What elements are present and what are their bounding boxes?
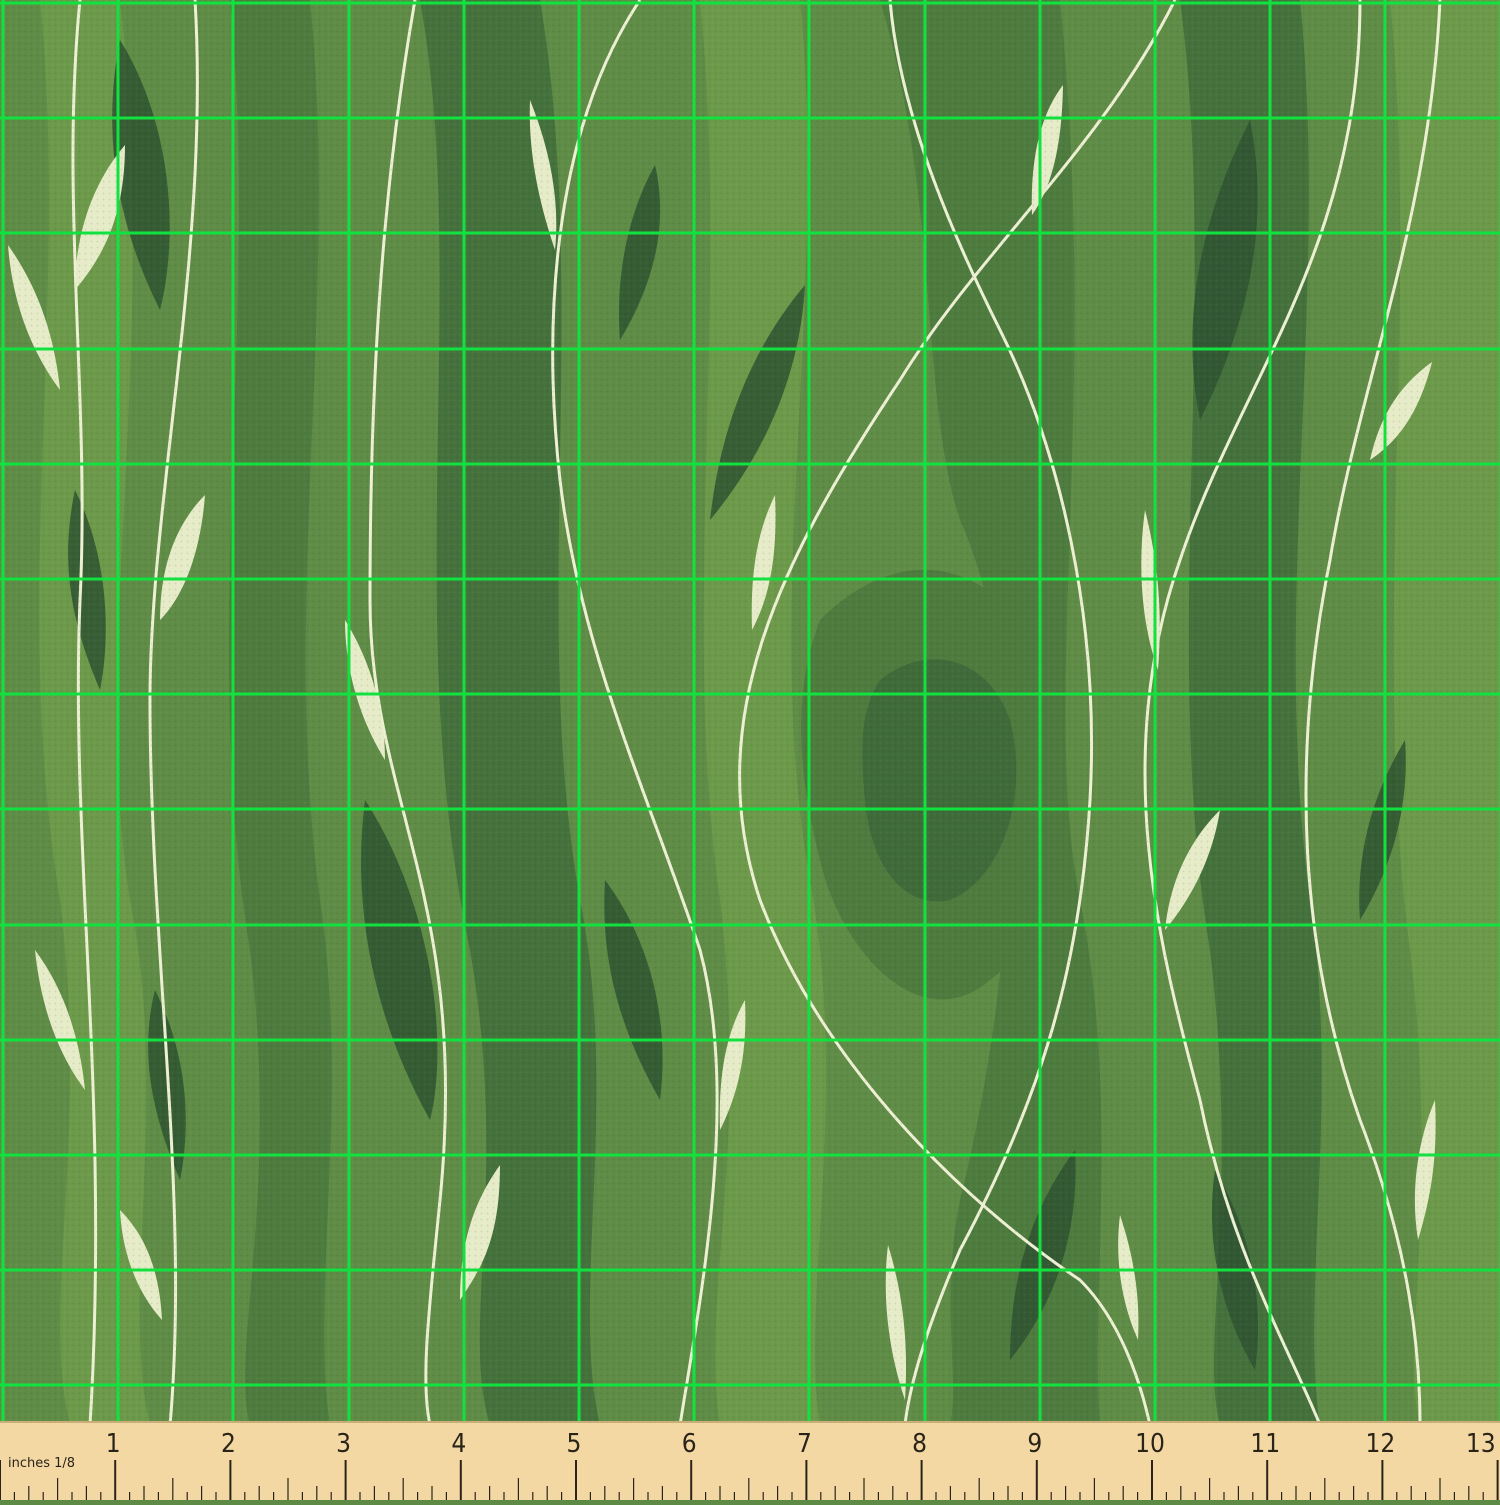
ruler-tick-label: 3 [336, 1429, 351, 1459]
ruler-tick-label: 4 [451, 1429, 466, 1459]
ruler-tick-label: 6 [682, 1429, 697, 1459]
ruler-tick-label: 12 [1366, 1429, 1396, 1459]
ruler-tick-label: 8 [912, 1429, 927, 1459]
ruler-tick-label: 11 [1250, 1429, 1280, 1459]
ruler-tick-label: 13 [1466, 1429, 1496, 1459]
ruler-tick-label: 9 [1027, 1429, 1042, 1459]
ruler-units-label: inches 1/8 [8, 1456, 76, 1471]
ruler-tick-label: 2 [221, 1429, 236, 1459]
weave-texture [0, 0, 1500, 1425]
ruler-tick-label: 5 [567, 1429, 582, 1459]
ruler: 1 2 3 4 5 6 7 8 9 10 11 12 13 [0, 1421, 1500, 1500]
fabric-swatch: 1 2 3 4 5 6 7 8 9 10 11 12 13 inches 1/8 [0, 0, 1500, 1500]
ruler-tick-label: 10 [1135, 1429, 1165, 1459]
ruler-tick-label: 1 [106, 1429, 121, 1459]
ruler-tick-label: 7 [797, 1429, 812, 1459]
